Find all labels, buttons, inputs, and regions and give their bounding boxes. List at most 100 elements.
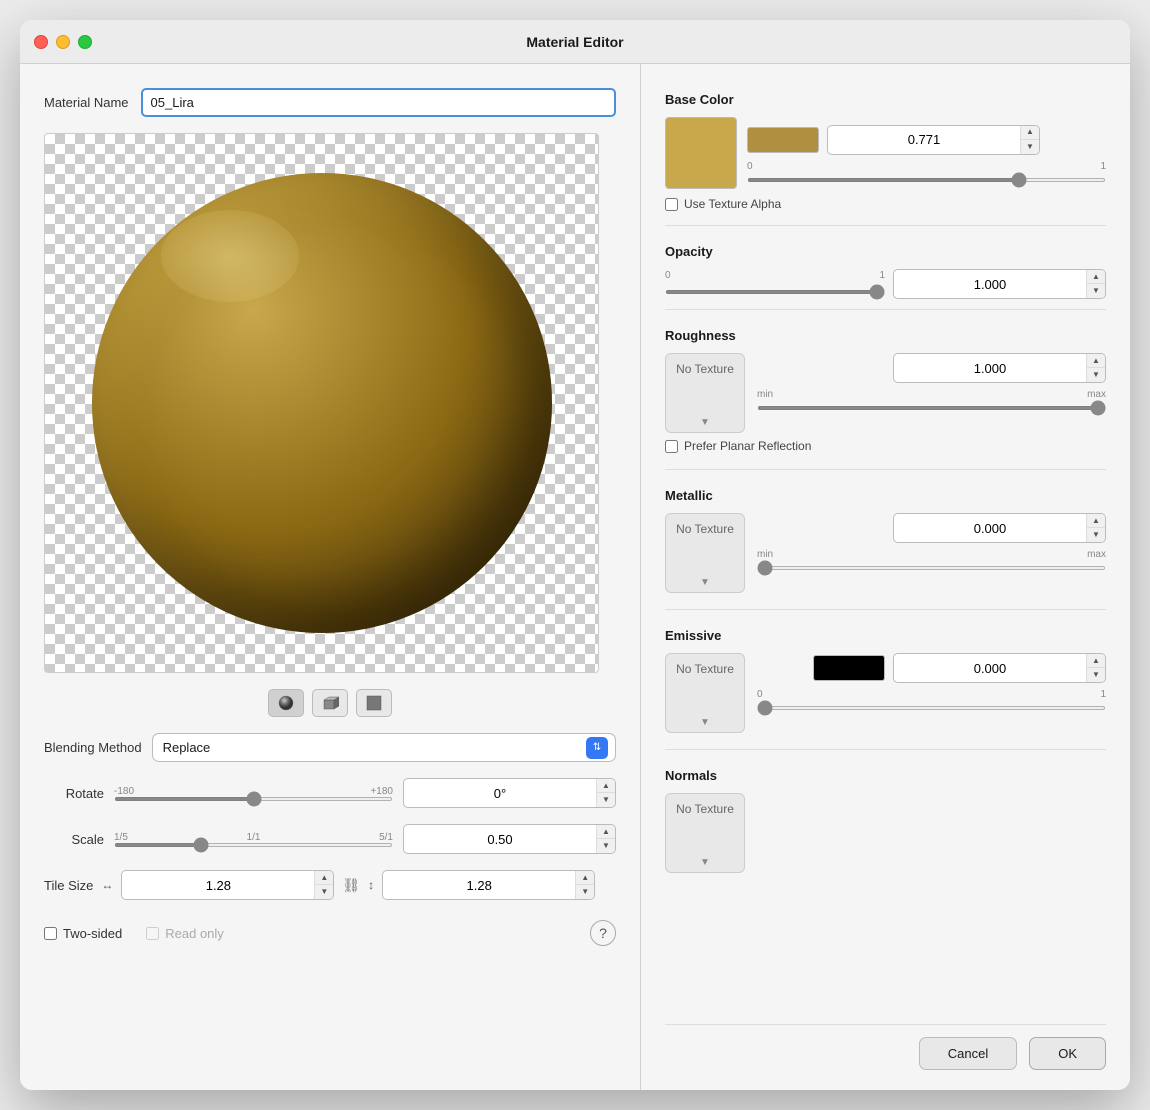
tile-w-input[interactable] bbox=[122, 874, 314, 897]
metallic-max-label: max bbox=[1087, 549, 1106, 560]
emissive-texture-slot[interactable]: No Texture ▼ bbox=[665, 653, 745, 733]
rotate-input[interactable] bbox=[404, 782, 596, 805]
right-panel: Base Color ▲ ▼ bbox=[640, 64, 1130, 1090]
left-panel: Material Name bbox=[20, 64, 640, 1090]
opacity-row: 0 1 ▲ ▼ bbox=[665, 269, 1106, 299]
opacity-input[interactable] bbox=[894, 273, 1086, 296]
material-name-input[interactable] bbox=[141, 88, 616, 117]
two-sided-label[interactable]: Two-sided bbox=[44, 926, 122, 941]
emissive-color-swatch[interactable] bbox=[813, 655, 885, 681]
roughness-spinbox: ▲ ▼ bbox=[893, 353, 1106, 383]
prefer-planar-checkbox[interactable] bbox=[665, 440, 678, 453]
metallic-texture-arrow-icon: ▼ bbox=[700, 577, 710, 588]
blending-select-wrapper: Replace Add Multiply Mix ⇅ bbox=[152, 733, 616, 762]
tile-w-down-btn[interactable]: ▼ bbox=[315, 885, 333, 899]
base-color-up-btn[interactable]: ▲ bbox=[1021, 126, 1039, 140]
tile-h-down-btn[interactable]: ▼ bbox=[576, 885, 594, 899]
roughness-texture-slot[interactable]: No Texture ▼ bbox=[665, 353, 745, 433]
scale-slider[interactable] bbox=[114, 843, 393, 847]
tile-width-icon: ↔ bbox=[101, 878, 113, 892]
flat-preview-btn[interactable] bbox=[356, 689, 392, 717]
emissive-row: No Texture ▼ ▲ ▼ bbox=[665, 653, 1106, 733]
roughness-controls: ▲ ▼ min max bbox=[757, 353, 1106, 410]
minimize-button[interactable] bbox=[56, 35, 70, 49]
tile-w-up-btn[interactable]: ▲ bbox=[315, 871, 333, 885]
metallic-down-btn[interactable]: ▼ bbox=[1087, 528, 1105, 542]
tile-h-btns: ▲ ▼ bbox=[575, 871, 594, 899]
tile-h-up-btn[interactable]: ▲ bbox=[576, 871, 594, 885]
emissive-down-btn[interactable]: ▼ bbox=[1087, 668, 1105, 682]
metallic-texture-slot[interactable]: No Texture ▼ bbox=[665, 513, 745, 593]
rotate-down-btn[interactable]: ▼ bbox=[597, 793, 615, 807]
scale-label: Scale bbox=[44, 832, 104, 847]
opacity-up-btn[interactable]: ▲ bbox=[1087, 270, 1105, 284]
emissive-up-btn[interactable]: ▲ bbox=[1087, 654, 1105, 668]
emissive-controls: ▲ ▼ 0 1 bbox=[757, 653, 1106, 710]
roughness-max-label: max bbox=[1087, 389, 1106, 400]
opacity-slider[interactable] bbox=[665, 290, 885, 294]
prefer-planar-row[interactable]: Prefer Planar Reflection bbox=[665, 439, 1106, 453]
two-sided-checkbox[interactable] bbox=[44, 927, 57, 940]
ok-button[interactable]: OK bbox=[1029, 1037, 1106, 1070]
base-color-spinbox: ▲ ▼ bbox=[827, 125, 1040, 155]
cancel-button[interactable]: Cancel bbox=[919, 1037, 1017, 1070]
close-button[interactable] bbox=[34, 35, 48, 49]
base-color-max-label: 1 bbox=[1100, 161, 1106, 172]
tile-w-btns: ▲ ▼ bbox=[314, 871, 333, 899]
roughness-up-btn[interactable]: ▲ bbox=[1087, 354, 1105, 368]
rotate-up-btn[interactable]: ▲ bbox=[597, 779, 615, 793]
opacity-spinbox-btns: ▲ ▼ bbox=[1086, 270, 1105, 298]
base-color-large-swatch[interactable] bbox=[665, 117, 737, 189]
normals-row: No Texture ▼ bbox=[665, 793, 1106, 873]
metallic-texture-label: No Texture bbox=[676, 522, 734, 538]
roughness-spinbox-btns: ▲ ▼ bbox=[1086, 354, 1105, 382]
emissive-max-label: 1 bbox=[1100, 689, 1106, 700]
emissive-input[interactable] bbox=[894, 657, 1086, 680]
blending-select[interactable]: Replace Add Multiply Mix bbox=[152, 733, 616, 762]
tile-size-label: Tile Size bbox=[44, 878, 93, 893]
roughness-slider[interactable] bbox=[757, 406, 1106, 410]
rotate-row: Rotate -180 +180 ▲ ▼ bbox=[44, 778, 616, 808]
cube-preview-btn[interactable] bbox=[312, 689, 348, 717]
maximize-button[interactable] bbox=[78, 35, 92, 49]
roughness-down-btn[interactable]: ▼ bbox=[1087, 368, 1105, 382]
base-color-input[interactable] bbox=[828, 128, 1020, 151]
base-color-down-btn[interactable]: ▼ bbox=[1021, 140, 1039, 154]
scale-up-btn[interactable]: ▲ bbox=[597, 825, 615, 839]
divider-2 bbox=[665, 309, 1106, 310]
metallic-input[interactable] bbox=[894, 517, 1086, 540]
base-color-small-swatch[interactable] bbox=[747, 127, 819, 153]
tile-h-input[interactable] bbox=[383, 874, 575, 897]
base-color-slider[interactable] bbox=[747, 178, 1106, 182]
divider-3 bbox=[665, 469, 1106, 470]
normals-texture-arrow-icon: ▼ bbox=[700, 857, 710, 868]
metallic-slider[interactable] bbox=[757, 566, 1106, 570]
traffic-lights bbox=[34, 35, 92, 49]
roughness-input[interactable] bbox=[894, 357, 1086, 380]
use-texture-alpha-checkbox[interactable] bbox=[665, 198, 678, 211]
help-button[interactable]: ? bbox=[590, 920, 616, 946]
opacity-max-label: 1 bbox=[879, 270, 885, 281]
scale-input[interactable] bbox=[404, 828, 596, 851]
metallic-spinbox-btns: ▲ ▼ bbox=[1086, 514, 1105, 542]
opacity-min-label: 0 bbox=[665, 270, 671, 281]
base-color-row: ▲ ▼ 0 1 bbox=[665, 117, 1106, 189]
scale-down-btn[interactable]: ▼ bbox=[597, 839, 615, 853]
emissive-slider[interactable] bbox=[757, 706, 1106, 710]
sphere-preview-btn[interactable] bbox=[268, 689, 304, 717]
use-texture-alpha-row[interactable]: Use Texture Alpha bbox=[665, 197, 1106, 211]
blending-label: Blending Method bbox=[44, 740, 142, 755]
normals-texture-slot[interactable]: No Texture ▼ bbox=[665, 793, 745, 873]
opacity-down-btn[interactable]: ▼ bbox=[1087, 284, 1105, 298]
emissive-title: Emissive bbox=[665, 628, 1106, 643]
emissive-min-label: 0 bbox=[757, 689, 763, 700]
metallic-up-btn[interactable]: ▲ bbox=[1087, 514, 1105, 528]
tile-link-icon[interactable]: ⛓ bbox=[342, 877, 360, 894]
main-content: Material Name bbox=[20, 64, 1130, 1090]
scale-row: Scale 1/5 1/1 5/1 ▲ ▼ bbox=[44, 824, 616, 854]
emissive-texture-arrow-icon: ▼ bbox=[700, 717, 710, 728]
rotate-slider[interactable] bbox=[114, 797, 393, 801]
tile-size-row: Tile Size ↔ ▲ ▼ ⛓ ↕ ▲ ▼ bbox=[44, 870, 616, 900]
prefer-planar-label: Prefer Planar Reflection bbox=[684, 439, 811, 453]
read-only-checkbox bbox=[146, 927, 159, 940]
